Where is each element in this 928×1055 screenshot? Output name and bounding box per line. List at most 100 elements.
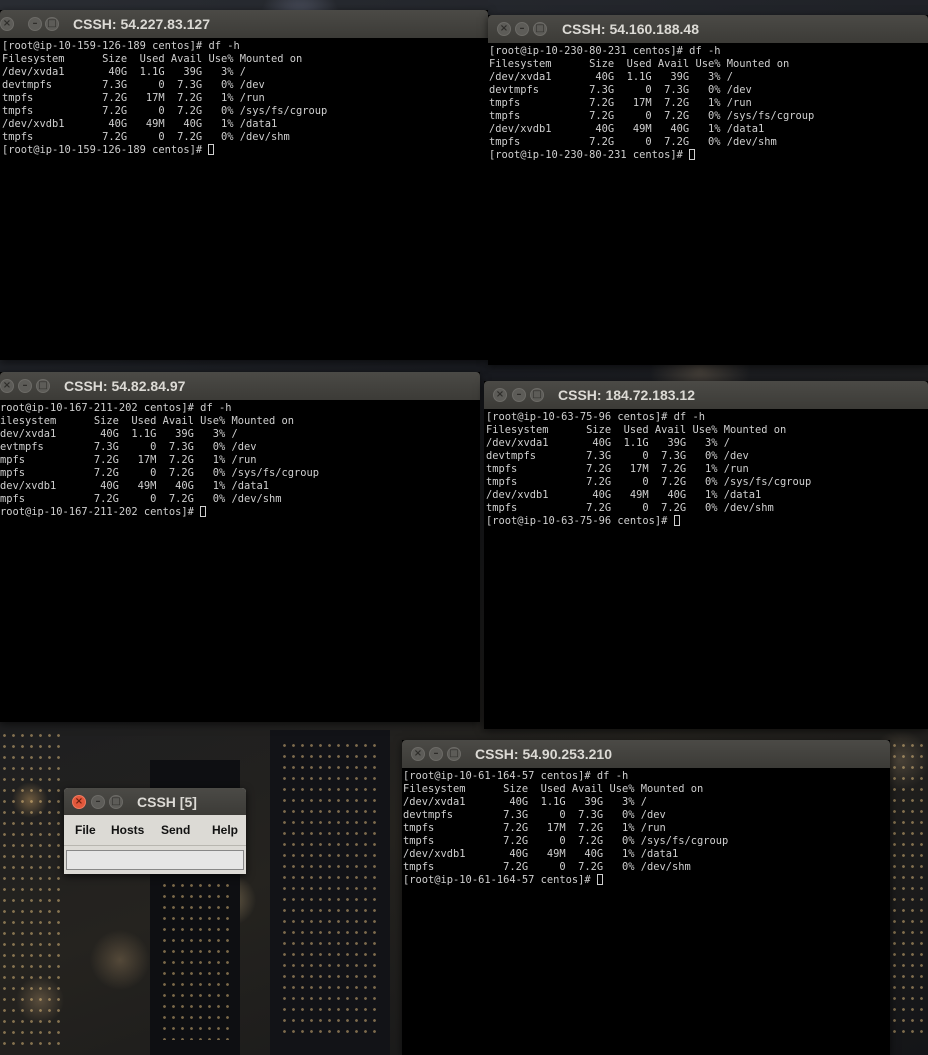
terminal-line: devtmpfs 7.3G 0 7.3G 0% /dev bbox=[489, 84, 752, 96]
terminal-line: dev/xvdb1 40G 49M 40G 1% /data1 bbox=[0, 480, 269, 492]
terminal-window[interactable]: × – □ CSSH: 184.72.183.12 [root@ip-10-63… bbox=[484, 381, 928, 729]
terminal-prompt: [root@ip-10-230-80-231 centos]# bbox=[489, 149, 928, 162]
terminal-line: /dev/xvdb1 40G 49M 40G 1% /data1 bbox=[403, 848, 679, 860]
maximize-icon[interactable]: □ bbox=[447, 747, 461, 761]
prompt-text: [root@ip-10-63-75-96 centos]# bbox=[486, 515, 674, 527]
minimize-icon[interactable]: – bbox=[515, 22, 529, 36]
terminal-titlebar[interactable]: × – □ CSSH: 184.72.183.12 bbox=[484, 381, 928, 409]
prompt-text: [root@ip-10-61-164-57 centos]# bbox=[403, 874, 597, 886]
terminal-line: root@ip-10-167-211-202 centos]# df -h bbox=[0, 402, 232, 414]
terminal-title: CSSH: 54.227.83.127 bbox=[73, 16, 210, 32]
terminal-output[interactable]: [root@ip-10-159-126-189 centos]# df -h F… bbox=[0, 38, 488, 360]
terminal-line: tmpfs 7.2G 0 7.2G 0% /sys/fs/cgroup bbox=[486, 476, 812, 488]
terminal-line: evtmpfs 7.3G 0 7.3G 0% /dev bbox=[0, 441, 257, 453]
terminal-line: /dev/xvdb1 40G 49M 40G 1% /data1 bbox=[489, 123, 765, 135]
terminal-line: Filesystem Size Used Avail Use% Mounted … bbox=[403, 783, 704, 795]
close-icon[interactable]: × bbox=[0, 17, 14, 31]
cssh-title: CSSH [5] bbox=[137, 794, 197, 810]
terminal-line: tmpfs 7.2G 0 7.2G 0% /sys/fs/cgroup bbox=[489, 110, 815, 122]
close-icon[interactable]: × bbox=[72, 795, 86, 809]
terminal-line: Filesystem Size Used Avail Use% Mounted … bbox=[486, 424, 787, 436]
menu-send[interactable]: Send bbox=[161, 815, 190, 845]
menu-hosts[interactable]: Hosts bbox=[111, 815, 144, 845]
maximize-icon[interactable]: □ bbox=[109, 795, 123, 809]
terminal-line: devtmpfs 7.3G 0 7.3G 0% /dev bbox=[486, 450, 749, 462]
terminal-window[interactable]: × – □ CSSH: 54.90.253.210 [root@ip-10-61… bbox=[402, 740, 890, 1055]
wallpaper-window-lights bbox=[160, 880, 230, 1040]
cssh-titlebar[interactable]: × – □ CSSH [5] bbox=[64, 788, 246, 815]
terminal-line: mpfs 7.2G 0 7.2G 0% /dev/shm bbox=[0, 493, 282, 505]
maximize-icon[interactable]: □ bbox=[530, 388, 544, 402]
terminal-output[interactable]: [root@ip-10-230-80-231 centos]# df -h Fi… bbox=[488, 43, 928, 365]
menu-file[interactable]: File bbox=[75, 815, 96, 845]
terminal-line: Filesystem Size Used Avail Use% Mounted … bbox=[2, 53, 303, 65]
terminal-title: CSSH: 54.82.84.97 bbox=[64, 378, 186, 394]
terminal-line: [root@ip-10-63-75-96 centos]# df -h bbox=[486, 411, 705, 423]
terminal-line: mpfs 7.2G 17M 7.2G 1% /run bbox=[0, 454, 257, 466]
cursor-icon bbox=[596, 874, 603, 885]
terminal-line: [root@ip-10-230-80-231 centos]# df -h bbox=[489, 45, 721, 57]
terminal-line: tmpfs 7.2G 0 7.2G 0% /sys/fs/cgroup bbox=[403, 835, 729, 847]
maximize-icon[interactable]: □ bbox=[533, 22, 547, 36]
close-icon[interactable]: × bbox=[493, 388, 507, 402]
terminal-line: Filesystem Size Used Avail Use% Mounted … bbox=[489, 58, 790, 70]
terminal-title: CSSH: 184.72.183.12 bbox=[558, 387, 695, 403]
terminal-prompt: [root@ip-10-63-75-96 centos]# bbox=[486, 515, 928, 528]
terminal-line: devtmpfs 7.3G 0 7.3G 0% /dev bbox=[403, 809, 666, 821]
cssh-command-input[interactable] bbox=[66, 850, 244, 870]
prompt-text: [root@ip-10-230-80-231 centos]# bbox=[489, 149, 690, 161]
terminal-line: tmpfs 7.2G 0 7.2G 0% /dev/shm bbox=[489, 136, 777, 148]
terminal-line: tmpfs 7.2G 17M 7.2G 1% /run bbox=[403, 822, 666, 834]
terminal-titlebar[interactable]: × – □ CSSH: 54.82.84.97 bbox=[0, 372, 480, 400]
minimize-icon[interactable]: – bbox=[18, 379, 32, 393]
terminal-window[interactable]: × – □ CSSH: 54.160.188.48 [root@ip-10-23… bbox=[488, 15, 928, 365]
terminal-line: dev/xvda1 40G 1.1G 39G 3% / bbox=[0, 428, 238, 440]
terminal-titlebar[interactable]: × – □ CSSH: 54.227.83.127 bbox=[0, 10, 488, 38]
terminal-title: CSSH: 54.90.253.210 bbox=[475, 746, 612, 762]
terminal-line: ilesystem Size Used Avail Use% Mounted o… bbox=[0, 415, 295, 427]
terminal-title: CSSH: 54.160.188.48 bbox=[562, 21, 699, 37]
wallpaper-window-lights bbox=[280, 740, 380, 1040]
terminal-line: /dev/xvdb1 40G 49M 40G 1% /data1 bbox=[486, 489, 762, 501]
cursor-icon bbox=[208, 144, 215, 155]
terminal-line: tmpfs 7.2G 17M 7.2G 1% /run bbox=[489, 97, 752, 109]
terminal-line: [root@ip-10-61-164-57 centos]# df -h bbox=[403, 770, 629, 782]
terminal-line: /dev/xvdb1 40G 49M 40G 1% /data1 bbox=[2, 118, 278, 130]
wallpaper-window-lights bbox=[890, 740, 928, 1040]
maximize-icon[interactable]: □ bbox=[36, 379, 50, 393]
terminal-prompt: [root@ip-10-61-164-57 centos]# bbox=[403, 874, 890, 887]
terminal-line: tmpfs 7.2G 0 7.2G 0% /dev/shm bbox=[403, 861, 691, 873]
terminal-line: /dev/xvda1 40G 1.1G 39G 3% / bbox=[2, 66, 246, 78]
terminal-prompt: [root@ip-10-159-126-189 centos]# bbox=[2, 144, 488, 157]
minimize-icon[interactable]: – bbox=[28, 17, 42, 31]
terminal-window[interactable]: × – □ CSSH: 54.82.84.97 root@ip-10-167-2… bbox=[0, 372, 480, 722]
cursor-icon bbox=[200, 506, 207, 517]
terminal-window[interactable]: × – □ CSSH: 54.227.83.127 [root@ip-10-15… bbox=[0, 10, 488, 360]
cssh-console-window[interactable]: × – □ CSSH [5] File Hosts Send Help bbox=[64, 788, 246, 874]
minimize-icon[interactable]: – bbox=[512, 388, 526, 402]
terminal-line: devtmpfs 7.3G 0 7.3G 0% /dev bbox=[2, 79, 265, 91]
minimize-icon[interactable]: – bbox=[429, 747, 443, 761]
terminal-line: tmpfs 7.2G 0 7.2G 0% /sys/fs/cgroup bbox=[2, 105, 328, 117]
terminal-output[interactable]: [root@ip-10-61-164-57 centos]# df -h Fil… bbox=[402, 768, 890, 1055]
terminal-line: /dev/xvda1 40G 1.1G 39G 3% / bbox=[403, 796, 647, 808]
terminal-output[interactable]: [root@ip-10-63-75-96 centos]# df -h File… bbox=[484, 409, 928, 729]
maximize-icon[interactable]: □ bbox=[45, 17, 59, 31]
close-icon[interactable]: × bbox=[0, 379, 14, 393]
terminal-line: mpfs 7.2G 0 7.2G 0% /sys/fs/cgroup bbox=[0, 467, 320, 479]
close-icon[interactable]: × bbox=[497, 22, 511, 36]
prompt-text: root@ip-10-167-211-202 centos]# bbox=[0, 506, 201, 518]
close-icon[interactable]: × bbox=[411, 747, 425, 761]
menu-help[interactable]: Help bbox=[212, 815, 238, 845]
cursor-icon bbox=[689, 149, 696, 160]
cssh-menubar: File Hosts Send Help bbox=[64, 815, 246, 846]
terminal-titlebar[interactable]: × – □ CSSH: 54.160.188.48 bbox=[488, 15, 928, 43]
terminal-line: tmpfs 7.2G 0 7.2G 0% /dev/shm bbox=[486, 502, 774, 514]
terminal-prompt: root@ip-10-167-211-202 centos]# bbox=[0, 506, 480, 519]
terminal-line: tmpfs 7.2G 17M 7.2G 1% /run bbox=[2, 92, 265, 104]
terminal-output[interactable]: root@ip-10-167-211-202 centos]# df -h il… bbox=[0, 400, 480, 722]
terminal-line: tmpfs 7.2G 17M 7.2G 1% /run bbox=[486, 463, 749, 475]
minimize-icon[interactable]: – bbox=[91, 795, 105, 809]
prompt-text: [root@ip-10-159-126-189 centos]# bbox=[2, 144, 209, 156]
terminal-titlebar[interactable]: × – □ CSSH: 54.90.253.210 bbox=[402, 740, 890, 768]
